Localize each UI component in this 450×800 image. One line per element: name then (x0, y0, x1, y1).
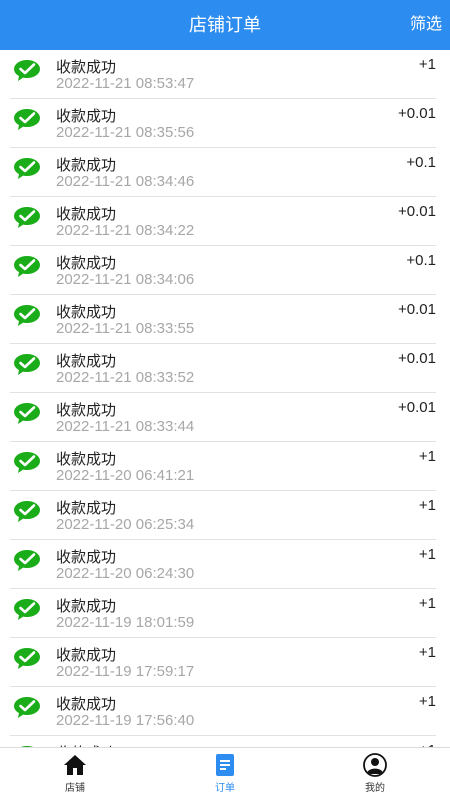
wechat-pay-icon (14, 697, 40, 718)
page-title: 店铺订单 (189, 15, 261, 35)
order-status: 收款成功 (56, 451, 117, 468)
tab-shop[interactable]: 店铺 (0, 748, 150, 800)
wechat-pay-icon (14, 354, 40, 375)
home-icon (64, 755, 86, 775)
order-time: 2022-11-20 06:41:21 (56, 467, 195, 484)
order-amount: +1 (418, 693, 436, 710)
filter-button[interactable]: 筛选 (410, 0, 442, 50)
wechat-pay-icon (14, 256, 40, 277)
order-time: 2022-11-21 08:34:22 (56, 222, 195, 239)
order-time: 2022-11-20 06:25:34 (56, 516, 195, 533)
order-status: 收款成功 (56, 353, 117, 370)
wechat-pay-icon (14, 305, 40, 326)
order-amount: +0.01 (398, 105, 436, 122)
order-status: 收款成功 (56, 598, 117, 615)
order-time: 2022-11-21 08:33:44 (56, 418, 195, 435)
tab-orders-label: 订单 (215, 783, 235, 794)
order-time: 2022-11-19 17:56:40 (56, 712, 195, 729)
wechat-pay-icon (14, 207, 40, 228)
order-time: 2022-11-21 08:33:52 (56, 369, 195, 386)
order-amount: +0.01 (398, 301, 436, 318)
order-status: 收款成功 (56, 549, 117, 566)
order-time: 2022-11-21 08:34:46 (56, 173, 195, 190)
order-row[interactable]: 收款成功 2022-11-21 08:33:55 +0.01 (0, 295, 450, 344)
order-time: 2022-11-19 18:01:59 (56, 614, 195, 631)
order-amount: +1 (418, 497, 436, 514)
order-amount: +0.1 (406, 154, 436, 171)
order-row[interactable]: 收款成功 2022-11-21 08:53:47 +1 (0, 50, 450, 99)
order-amount: +0.01 (398, 203, 436, 220)
order-status: 收款成功 (56, 157, 117, 174)
order-amount: +1 (418, 644, 436, 661)
order-status: 收款成功 (56, 647, 117, 664)
wechat-pay-icon (14, 648, 40, 669)
order-time: 2022-11-21 08:34:06 (56, 271, 195, 288)
order-status: 收款成功 (56, 255, 117, 272)
wechat-pay-icon (14, 109, 40, 130)
order-status: 收款成功 (56, 402, 117, 419)
order-row[interactable]: 收款成功 2022-11-21 08:34:22 +0.01 (0, 197, 450, 246)
order-amount: +0.1 (406, 252, 436, 269)
order-row[interactable]: 收款成功 2022-11-20 06:41:21 +1 (0, 442, 450, 491)
user-avatar-icon (363, 753, 387, 777)
order-amount: +1 (418, 546, 436, 563)
wechat-pay-icon (14, 501, 40, 522)
order-time: 2022-11-19 17:59:17 (56, 663, 195, 680)
wechat-pay-icon (14, 550, 40, 571)
order-amount: +0.01 (398, 350, 436, 367)
order-status: 收款成功 (56, 304, 117, 321)
order-status: 收款成功 (56, 59, 117, 76)
order-status: 收款成功 (56, 206, 117, 223)
order-row[interactable]: 收款成功 2022-11-19 18:01:59 +1 (0, 589, 450, 638)
tab-mine[interactable]: 我的 (300, 748, 450, 800)
top-bar: 店铺订单 筛选 (0, 0, 450, 50)
order-row[interactable]: 收款成功 2022-11-21 08:35:56 +0.01 (0, 99, 450, 148)
tab-shop-label: 店铺 (65, 783, 85, 794)
wechat-pay-icon (14, 158, 40, 179)
order-amount: +0.01 (398, 399, 436, 416)
order-status: 收款成功 (56, 500, 117, 517)
order-status: 收款成功 (56, 696, 117, 713)
wechat-pay-icon (14, 60, 40, 81)
order-status: 收款成功 (56, 108, 117, 125)
order-row[interactable]: 收款成功 2022-11-19 17:56:40 +1 (0, 687, 450, 736)
order-row[interactable]: 收款成功 2022-11-21 08:34:46 +0.1 (0, 148, 450, 197)
order-amount: +1 (418, 448, 436, 465)
order-row[interactable]: 收款成功 2022-11-20 06:25:34 +1 (0, 491, 450, 540)
order-amount: +1 (418, 595, 436, 612)
order-time: 2022-11-20 06:24:30 (56, 565, 195, 582)
order-row[interactable]: 收款成功 2022-11-19 17:59:17 +1 (0, 638, 450, 687)
order-row[interactable]: 收款成功 2022-11-21 08:33:44 +0.01 (0, 393, 450, 442)
bottom-tab-bar: 店铺 订单 我的 (0, 747, 450, 800)
order-amount: +1 (418, 56, 436, 73)
order-row[interactable]: 收款成功 2022-11-21 08:34:06 +0.1 (0, 246, 450, 295)
order-list-icon (216, 754, 234, 776)
order-row[interactable]: 收款成功 +1 (0, 736, 450, 747)
tab-orders[interactable]: 订单 (150, 748, 300, 800)
order-row[interactable]: 收款成功 2022-11-20 06:24:30 +1 (0, 540, 450, 589)
tab-mine-label: 我的 (365, 783, 385, 794)
wechat-pay-icon (14, 452, 40, 473)
order-row[interactable]: 收款成功 2022-11-21 08:33:52 +0.01 (0, 344, 450, 393)
order-time: 2022-11-21 08:35:56 (56, 124, 195, 141)
order-time: 2022-11-21 08:53:47 (56, 75, 195, 92)
order-list[interactable]: 收款成功 2022-11-21 08:53:47 +1 收款成功 2022-11… (0, 50, 450, 747)
wechat-pay-icon (14, 599, 40, 620)
wechat-pay-icon (14, 403, 40, 424)
order-time: 2022-11-21 08:33:55 (56, 320, 195, 337)
